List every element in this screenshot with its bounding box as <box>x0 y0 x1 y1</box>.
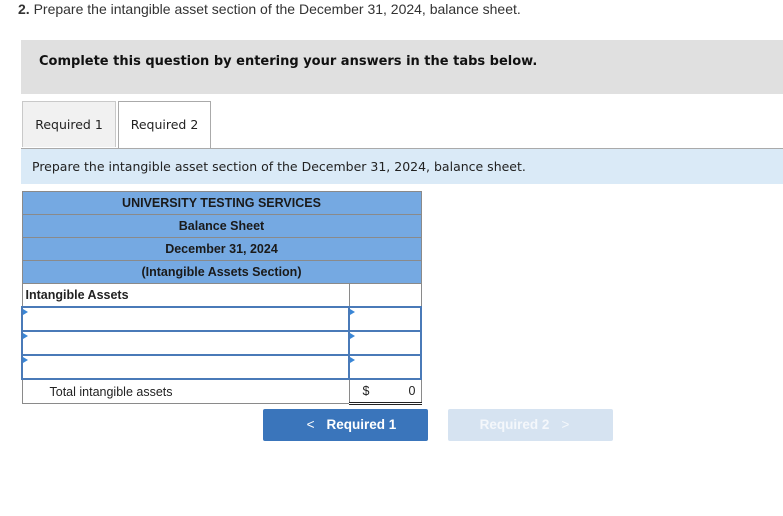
table-row <box>21 330 422 356</box>
asset-amount-input[interactable] <box>350 357 420 377</box>
asset-name-cell <box>21 330 350 356</box>
asset-name-cell <box>21 354 350 380</box>
question-text: 2. Prepare the intangible asset section … <box>18 1 521 17</box>
prev-required-1-button[interactable]: < Required 1 <box>263 409 428 441</box>
statement-date: December 31, 2024 <box>21 237 422 261</box>
balance-sheet-table: UNIVERSITY TESTING SERVICES Balance Shee… <box>21 191 422 405</box>
prompt-text: Prepare the intangible asset section of … <box>32 159 526 174</box>
total-value: 0 <box>408 384 416 398</box>
tab-required-2[interactable]: Required 2 <box>118 101 211 149</box>
next-button-label: Required 2 <box>479 417 550 432</box>
instruction-text: Complete this question by entering your … <box>39 54 538 69</box>
asset-name-input[interactable] <box>23 357 348 377</box>
asset-amount-cell <box>348 330 422 356</box>
next-required-2-button[interactable]: Required 2 > <box>448 409 613 441</box>
question-number: 2. <box>18 1 30 17</box>
asset-name-cell <box>21 306 350 332</box>
asset-name-input[interactable] <box>23 333 348 353</box>
chevron-right-icon: > <box>561 417 570 432</box>
statement-title: Balance Sheet <box>21 214 422 238</box>
total-value-cell: $ 0 <box>348 378 422 405</box>
asset-amount-input[interactable] <box>350 309 420 329</box>
table-row <box>21 306 422 332</box>
chevron-left-icon: < <box>306 417 315 432</box>
company-name: UNIVERSITY TESTING SERVICES <box>21 191 422 215</box>
prompt-bar: Prepare the intangible asset section of … <box>21 149 783 184</box>
section-title: (Intangible Assets Section) <box>21 260 422 284</box>
asset-amount-cell <box>348 306 422 332</box>
table-row <box>21 354 422 380</box>
instruction-box: Complete this question by entering your … <box>21 40 783 94</box>
prev-button-label: Required 1 <box>326 417 397 432</box>
tab-required-1[interactable]: Required 1 <box>22 101 116 147</box>
total-label: Total intangible assets <box>21 378 350 404</box>
asset-amount-cell <box>348 354 422 380</box>
currency-symbol: $ <box>362 384 370 398</box>
section-label-amount <box>348 283 422 308</box>
section-label: Intangible Assets <box>21 283 350 308</box>
asset-name-input[interactable] <box>23 309 348 329</box>
question-body: Prepare the intangible asset section of … <box>33 1 521 17</box>
asset-amount-input[interactable] <box>350 333 420 353</box>
